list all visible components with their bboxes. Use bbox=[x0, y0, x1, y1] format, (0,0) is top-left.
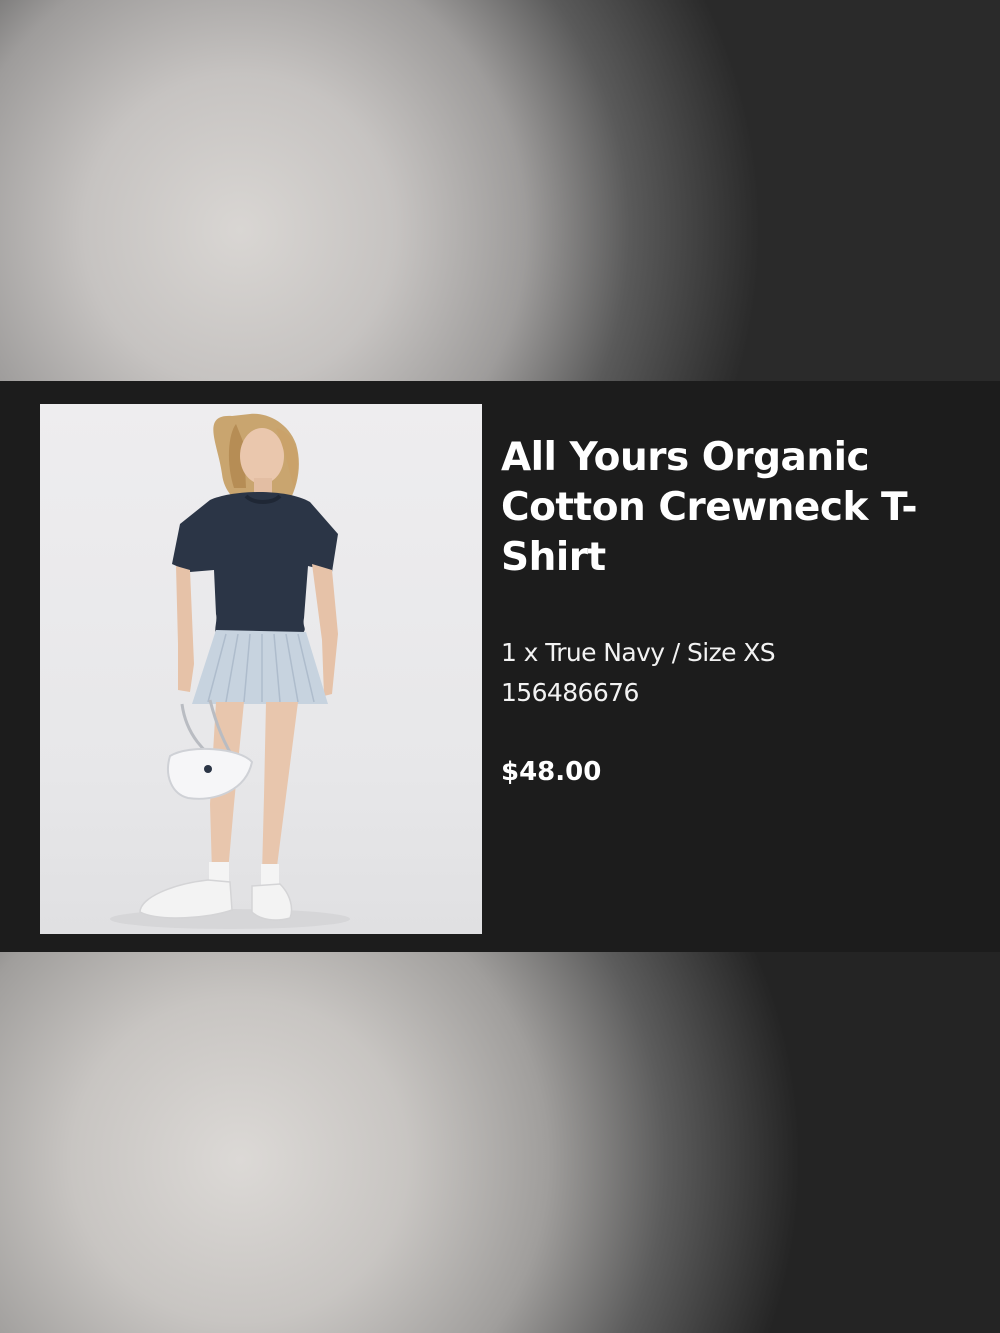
product-title[interactable]: All Yours Organic Cotton Crewneck T-Shir… bbox=[501, 433, 921, 583]
blurred-backdrop-bottom-glow bbox=[0, 952, 1000, 1333]
product-sku: 156486676 bbox=[501, 678, 639, 707]
product-info: All Yours Organic Cotton Crewneck T-Shir… bbox=[501, 433, 971, 789]
product-variant: 1 x True Navy / Size XS bbox=[501, 638, 776, 667]
blurred-backdrop-top bbox=[0, 0, 1000, 381]
product-image bbox=[40, 404, 482, 934]
model-photo-illustration bbox=[110, 413, 350, 929]
blurred-backdrop-bottom bbox=[0, 952, 1000, 1333]
product-price: $48.00 bbox=[501, 757, 602, 787]
product-card[interactable]: All Yours Organic Cotton Crewneck T-Shir… bbox=[0, 381, 1000, 952]
